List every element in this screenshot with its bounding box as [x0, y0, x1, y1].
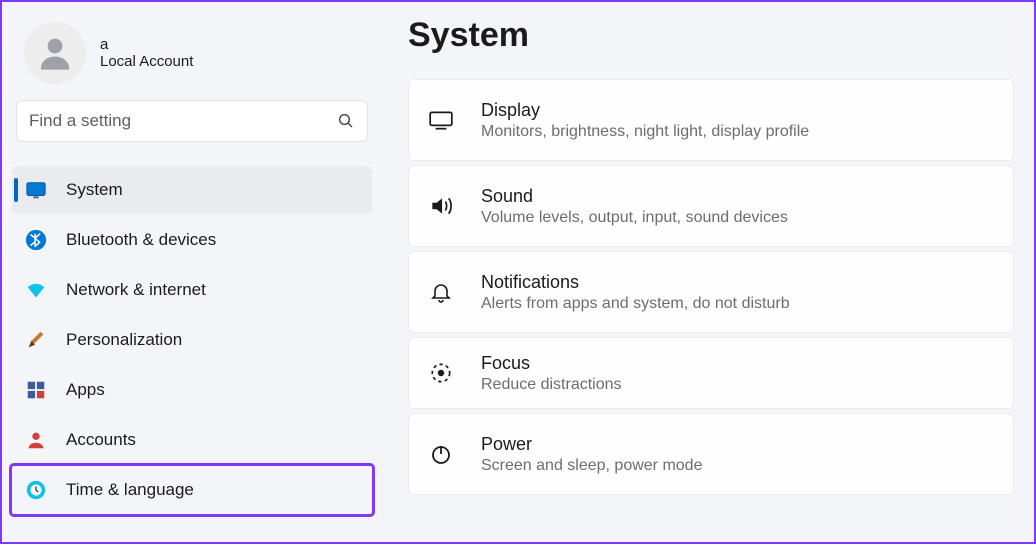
sidebar-item-label: Bluetooth & devices — [66, 230, 216, 250]
card-desc: Alerts from apps and system, do not dist… — [481, 295, 790, 313]
person-icon — [24, 428, 48, 452]
card-focus[interactable]: Focus Reduce distractions — [408, 337, 1014, 409]
sidebar-item-system[interactable]: System — [12, 166, 372, 214]
avatar — [24, 22, 86, 84]
page-title: System — [408, 16, 1014, 55]
card-display[interactable]: Display Monitors, brightness, night ligh… — [408, 79, 1014, 161]
brush-icon — [24, 328, 48, 352]
search-box[interactable] — [16, 100, 368, 142]
card-sound[interactable]: Sound Volume levels, output, input, soun… — [408, 165, 1014, 247]
sidebar-item-label: Apps — [66, 380, 105, 400]
card-desc: Monitors, brightness, night light, displ… — [481, 123, 809, 141]
search-wrap — [12, 100, 372, 160]
nav: System Bluetooth & devices Network & int… — [12, 166, 372, 516]
card-desc: Volume levels, output, input, sound devi… — [481, 209, 788, 227]
wifi-icon — [24, 278, 48, 302]
card-title: Sound — [481, 186, 788, 207]
account-row[interactable]: a Local Account — [12, 14, 372, 100]
account-name: a — [100, 36, 193, 53]
bell-icon — [427, 278, 455, 306]
account-type: Local Account — [100, 53, 193, 70]
sidebar-item-label: Time & language — [66, 480, 194, 500]
clock-icon — [24, 478, 48, 502]
card-power[interactable]: Power Screen and sleep, power mode — [408, 413, 1014, 495]
card-desc: Reduce distractions — [481, 376, 622, 394]
bluetooth-icon — [24, 228, 48, 252]
search-icon — [337, 112, 355, 130]
sound-icon — [427, 192, 455, 220]
apps-icon — [24, 378, 48, 402]
main-panel: System Display Monitors, brightness, nig… — [382, 2, 1034, 542]
display-icon — [427, 106, 455, 134]
sidebar-item-time-language[interactable]: Time & language — [12, 466, 372, 514]
sidebar-item-personalization[interactable]: Personalization — [12, 316, 372, 364]
sidebar-item-network[interactable]: Network & internet — [12, 266, 372, 314]
card-title: Focus — [481, 353, 622, 374]
sidebar: a Local Account System Bluetooth & devic… — [2, 2, 382, 542]
system-icon — [24, 178, 48, 202]
card-desc: Screen and sleep, power mode — [481, 457, 702, 475]
sidebar-item-label: Network & internet — [66, 280, 206, 300]
settings-cards: Display Monitors, brightness, night ligh… — [408, 79, 1014, 495]
card-title: Display — [481, 100, 809, 121]
power-icon — [427, 440, 455, 468]
search-input[interactable] — [29, 111, 337, 131]
sidebar-item-apps[interactable]: Apps — [12, 366, 372, 414]
sidebar-item-bluetooth[interactable]: Bluetooth & devices — [12, 216, 372, 264]
sidebar-item-label: Accounts — [66, 430, 136, 450]
sidebar-item-label: System — [66, 180, 123, 200]
sidebar-item-accounts[interactable]: Accounts — [12, 416, 372, 464]
focus-icon — [427, 359, 455, 387]
card-title: Power — [481, 434, 702, 455]
sidebar-item-label: Personalization — [66, 330, 182, 350]
card-notifications[interactable]: Notifications Alerts from apps and syste… — [408, 251, 1014, 333]
user-icon — [34, 32, 76, 74]
card-title: Notifications — [481, 272, 790, 293]
